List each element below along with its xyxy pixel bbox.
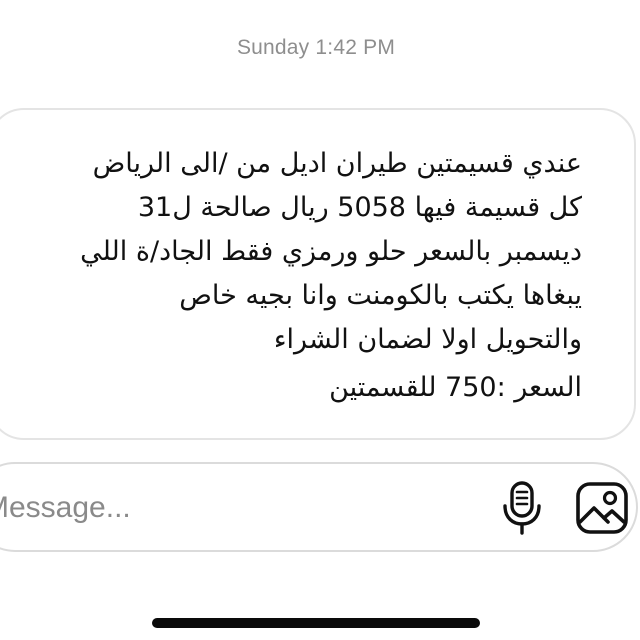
home-indicator[interactable] bbox=[152, 618, 480, 628]
message-line: يبغاها يكتب بالكومنت وانا بجيه خاص bbox=[179, 280, 582, 311]
message-line: والتحويل اولا لضمان الشراء bbox=[273, 324, 582, 355]
photo-gallery-icon bbox=[576, 482, 628, 534]
message-line-price: السعر :750 للقسمتين bbox=[329, 372, 582, 403]
message-text: عندي قسيمتين طيران اديل من /الى الرياض ك… bbox=[22, 142, 582, 410]
direct-message-screen: Sunday 1:42 PM عندي قسيمتين طيران اديل م… bbox=[0, 0, 640, 640]
message-line: عندي قسيمتين طيران اديل من /الى الرياض bbox=[92, 148, 582, 179]
voice-message-button[interactable] bbox=[494, 478, 550, 538]
message-timestamp: Sunday 1:42 PM bbox=[236, 36, 396, 59]
message-input[interactable] bbox=[0, 488, 424, 528]
microphone-icon bbox=[503, 481, 541, 535]
message-line: ديسمبر بالسعر حلو ورمزي فقط الجاد/ة اللي bbox=[80, 236, 582, 267]
message-line: كل قسيمة فيها 5058 ريال صالحة ل31 bbox=[137, 192, 582, 223]
photo-gallery-button[interactable] bbox=[574, 478, 630, 538]
